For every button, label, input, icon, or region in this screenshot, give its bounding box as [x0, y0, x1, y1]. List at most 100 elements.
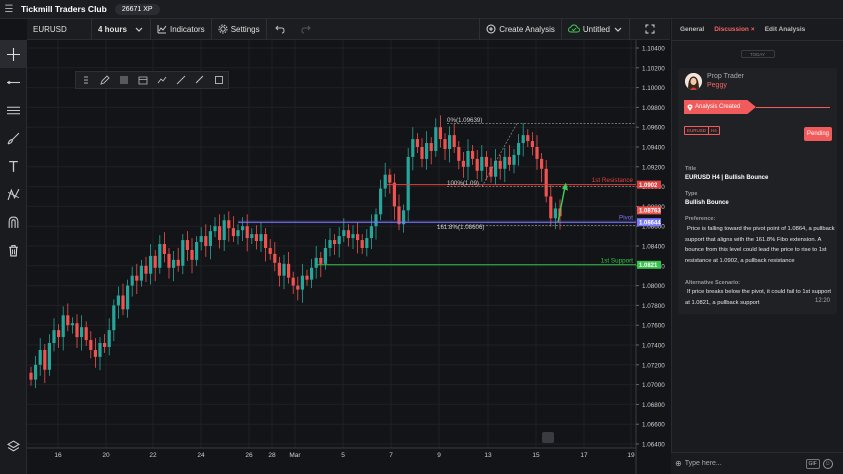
time-axis-label: Mar: [289, 452, 301, 459]
status-divider: [756, 107, 830, 108]
candle-body: [80, 327, 84, 338]
magnet-icon: [8, 216, 19, 228]
candle-body: [319, 257, 323, 264]
candle-body: [406, 156, 410, 211]
time-axis-label: 19: [627, 452, 635, 459]
candle-body: [342, 230, 346, 237]
layers-tool[interactable]: [0, 432, 27, 460]
projection-arrow-line: [557, 186, 566, 223]
save-state-label: Untitled: [582, 24, 610, 34]
candle-body: [434, 127, 438, 151]
tab-edit-analysis[interactable]: Edit Analysis: [765, 26, 806, 33]
title-label: Title: [685, 166, 697, 172]
price-axis-label: 1.06600: [642, 422, 665, 429]
indicators-button[interactable]: Indicators: [151, 19, 211, 40]
candle-body: [388, 174, 392, 183]
candle-body: [333, 240, 337, 245]
parallel-channel-tool[interactable]: [0, 96, 27, 124]
candle-body: [241, 226, 245, 231]
pending-button[interactable]: Pending: [804, 127, 832, 141]
tab-discussion[interactable]: Discussion ×: [714, 26, 754, 33]
close-icon[interactable]: ×: [751, 26, 755, 33]
candle-body: [420, 147, 424, 159]
preference-text: Price is falling toward the pivot point …: [685, 226, 835, 264]
candlestick-chart[interactable]: 1.10400 1.10200 1.10000 1.09800 1.09600 1.094…: [27, 40, 670, 474]
candle-body: [379, 188, 383, 215]
parallel-channel-icon: [7, 106, 20, 114]
delete-tool[interactable]: [0, 236, 27, 264]
status-ribbon: Analysis Created: [684, 100, 756, 114]
symbol-selector[interactable]: EURUSD: [27, 19, 91, 40]
candle-body: [38, 349, 42, 365]
hamburger-menu-icon[interactable]: ☰: [0, 0, 18, 19]
candle-body: [259, 234, 263, 242]
fib-icon: [119, 76, 128, 84]
alternative-text: If price breaks below the pivot, it coul…: [685, 289, 832, 306]
magnet-tool[interactable]: [0, 208, 27, 236]
candle-body: [438, 127, 442, 140]
user-avatar-icon: [685, 73, 702, 90]
tab-general[interactable]: General: [680, 26, 704, 33]
horizontal-line-tool[interactable]: [0, 68, 27, 96]
trash-icon: [9, 244, 18, 256]
status-label: Analysis Created: [695, 104, 741, 110]
settings-button[interactable]: Settings: [212, 19, 266, 40]
redo-button[interactable]: [293, 19, 319, 40]
gif-button[interactable]: GIF: [805, 458, 820, 469]
path-tool[interactable]: [155, 73, 168, 87]
pencil-tool[interactable]: [98, 73, 111, 87]
fib-connector-line: [481, 123, 518, 187]
candle-body: [89, 340, 93, 350]
candle-body: [544, 168, 548, 197]
emoji-icon[interactable]: ☺: [822, 458, 833, 469]
crosshair-icon: [7, 47, 20, 61]
interval-selector[interactable]: 4 hours: [92, 19, 150, 40]
price-axis-label: 1.10000: [642, 85, 665, 92]
candle-body: [195, 242, 199, 260]
candle-body: [167, 253, 171, 268]
brush-tool[interactable]: [0, 124, 27, 152]
candle-body: [121, 295, 125, 310]
price-axis-label: 1.09800: [642, 105, 665, 112]
candle-body: [484, 156, 488, 167]
pattern-tool[interactable]: [0, 180, 27, 208]
price-chart[interactable]: 1.10400 1.10200 1.10000 1.09800 1.09600 1.094…: [27, 40, 670, 474]
fib-tool[interactable]: [117, 73, 130, 87]
price-axis-label: 1.09400: [642, 145, 665, 152]
candle-body: [480, 156, 484, 171]
candle-body: [503, 156, 507, 169]
candle-body: [466, 150, 470, 167]
save-state-button[interactable]: Untitled: [562, 19, 629, 40]
candle-body: [93, 349, 97, 357]
candle-body: [135, 275, 139, 281]
plus-circle-icon[interactable]: ⊕: [675, 459, 682, 468]
candle-body: [517, 143, 521, 155]
template-tool[interactable]: [136, 73, 149, 87]
create-analysis-button[interactable]: Create Analysis: [480, 19, 561, 40]
candle-body: [204, 236, 208, 246]
interval-label: 4 hours: [98, 24, 127, 34]
floating-drawing-toolbar: [75, 71, 229, 89]
candle-body: [392, 182, 396, 207]
avatar[interactable]: [685, 73, 702, 90]
drag-handle-icon: [83, 76, 88, 84]
time-axis-label: 28: [268, 452, 276, 459]
rectangle-tool[interactable]: [212, 73, 225, 87]
trendline-tool[interactable]: [174, 73, 187, 87]
candle-body: [144, 265, 148, 274]
drag-handle[interactable]: [79, 73, 92, 87]
ruler-tool[interactable]: [193, 73, 206, 87]
undo-button[interactable]: [267, 19, 293, 40]
candle-body: [365, 238, 369, 248]
candle-body: [153, 255, 157, 268]
crosshair-tool[interactable]: [0, 40, 27, 68]
time-axis-label: 7: [389, 452, 393, 459]
author-name[interactable]: Peggy: [707, 82, 727, 89]
comment-input[interactable]: [684, 460, 803, 467]
text-tool[interactable]: [0, 152, 27, 180]
candle-body: [429, 143, 433, 151]
candle-body: [116, 295, 120, 306]
time-axis-label: 22: [149, 452, 157, 459]
fullscreen-button[interactable]: [630, 19, 670, 40]
candle-body: [52, 330, 56, 344]
